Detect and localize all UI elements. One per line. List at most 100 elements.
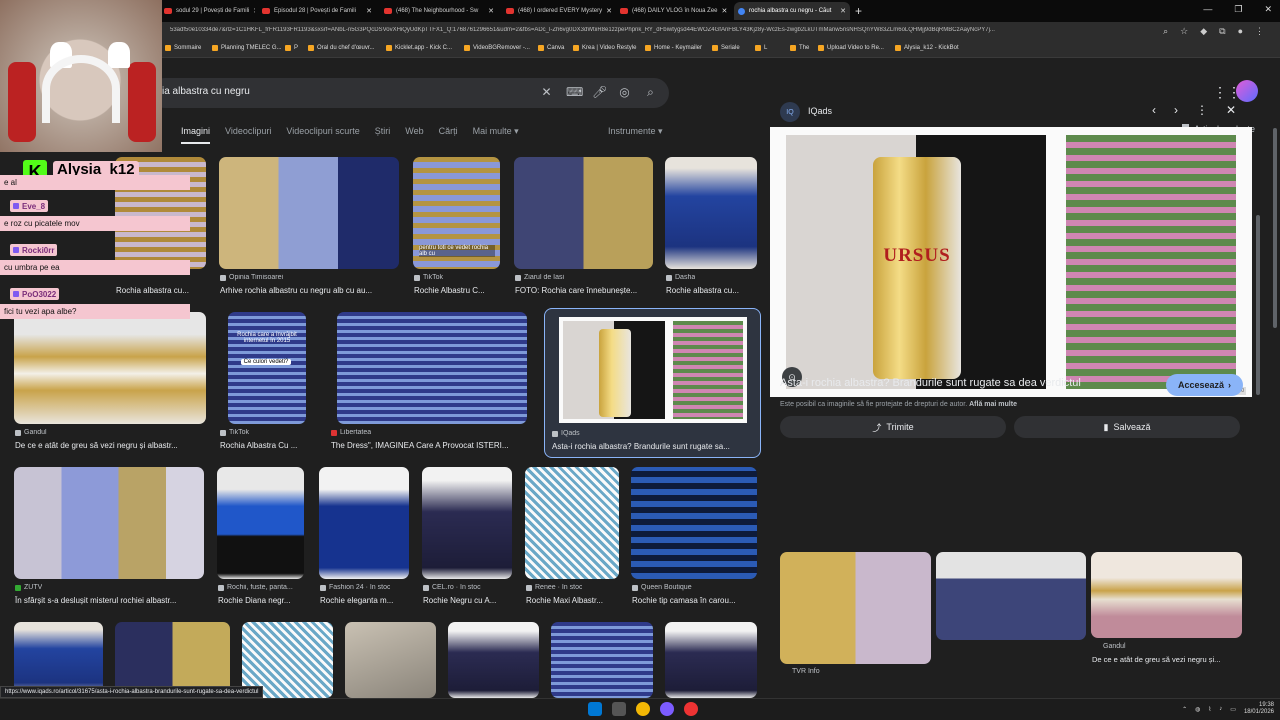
image-result[interactable]: Fashion 24 · În stoc Rochie eleganta m..… — [319, 467, 409, 609]
result-thumbnail[interactable] — [1091, 552, 1242, 638]
browser-tab-active[interactable]: rochia albastra cu negru - Căut ✕ — [734, 2, 850, 20]
bookmark[interactable]: Sommaire — [165, 45, 201, 51]
bookmark[interactable]: Kicklet.app - Kick C... — [386, 45, 452, 51]
bookmark-star-icon[interactable]: ☆ — [1180, 26, 1188, 37]
clock[interactable]: 19:38 18/01/2026 — [1244, 702, 1274, 716]
result-thumbnail[interactable] — [936, 552, 1086, 640]
browser-tab[interactable]: Episodul 28 | Povești de Famili ✕ — [258, 2, 376, 20]
bookmark[interactable]: Planning TMELEC G... — [212, 45, 282, 51]
result-thumbnail[interactable] — [14, 467, 204, 579]
result-thumbnail[interactable] — [217, 467, 304, 579]
image-result[interactable]: Opinia Timisoarei Arhive rochia albastru… — [219, 157, 399, 299]
obs-icon[interactable] — [684, 702, 698, 716]
profile-icon[interactable]: ● — [1238, 26, 1243, 37]
chevron-right-icon[interactable]: › — [1174, 103, 1178, 117]
tab-short-videos[interactable]: Videoclipuri scurte — [286, 126, 359, 144]
result-thumbnail[interactable] — [525, 467, 619, 579]
keyboard-icon[interactable]: ⌨ — [566, 85, 583, 100]
bookmark[interactable]: Alysia_k12 - KickBot — [895, 45, 959, 51]
result-thumbnail[interactable] — [551, 622, 653, 698]
result-thumbnail[interactable] — [665, 622, 757, 698]
url-field[interactable]: 53adf50e10334de7&rlz=1C1HKFL_frFR1193FR1… — [170, 27, 1090, 33]
new-tab-button[interactable]: + — [855, 4, 862, 18]
tab-books[interactable]: Cărți — [439, 126, 458, 144]
close-icon[interactable]: ✕ — [722, 7, 728, 15]
result-thumbnail[interactable] — [448, 622, 539, 698]
windows-start-icon[interactable] — [588, 702, 602, 716]
image-result[interactable]: Queen Boutique Rochie tip camasa în caro… — [631, 467, 757, 609]
learn-more-link[interactable]: Află mai multe — [969, 401, 1017, 408]
result-thumbnail[interactable] — [514, 157, 653, 269]
tools-button[interactable]: Instrumente ▾ — [608, 126, 663, 137]
zoom-icon[interactable]: ⌕ — [1163, 26, 1168, 37]
search-input[interactable]: ia albastra cu negru — [162, 86, 250, 97]
wifi-icon[interactable]: ⌇ — [1208, 706, 1211, 713]
tab-images[interactable]: Imagini — [181, 126, 211, 144]
image-result-selected[interactable]: IQads Asta-i rochia albastra? Brandurile… — [544, 308, 761, 458]
battery-icon[interactable]: ▭ — [1230, 706, 1236, 713]
bookmark[interactable]: Oral du chef d'œuvr... — [308, 45, 375, 51]
result-thumbnail[interactable] — [665, 157, 757, 269]
close-icon[interactable]: ✕ — [840, 7, 846, 15]
close-icon[interactable]: ✕ — [606, 7, 612, 15]
bookmark[interactable]: Seriale — [712, 45, 740, 51]
tab-news[interactable]: Știri — [375, 126, 391, 144]
result-thumbnail[interactable] — [319, 467, 409, 579]
result-thumbnail[interactable] — [337, 312, 527, 424]
search-box[interactable]: ia albastra cu negru ✕ ⌨ 🎤︎ ◎ ⌕ — [150, 78, 669, 108]
browser-tab[interactable]: sodul 29 | Povești de Famili✕ — [160, 2, 255, 20]
image-result[interactable]: ZUTV În sfârșit s-a deslușit misterul ro… — [14, 467, 204, 609]
result-thumbnail[interactable] — [219, 157, 399, 269]
share-button[interactable]: ⤴ Trimite — [780, 416, 1006, 438]
image-result[interactable]: Libertatea The Dress", IMAGINEA Care A P… — [330, 312, 530, 456]
close-icon[interactable]: ✕ — [366, 7, 372, 15]
maximize-icon[interactable]: ❐ — [1234, 4, 1242, 15]
result-thumbnail[interactable] — [631, 467, 757, 579]
image-result[interactable]: Ziarul de Iasi FOTO: Rochia care înnebun… — [514, 157, 653, 299]
result-thumbnail[interactable] — [345, 622, 436, 698]
bookmark[interactable]: VideoBGRemover -... — [464, 45, 530, 51]
chevron-up-icon[interactable]: ⌃ — [1182, 706, 1187, 713]
network-icon[interactable]: ◍ — [1195, 706, 1200, 713]
chevron-left-icon[interactable]: ‹ — [1152, 103, 1156, 117]
close-window-icon[interactable]: ✕ — [1264, 4, 1272, 15]
chrome-icon[interactable] — [636, 702, 650, 716]
bookmark[interactable]: The — [790, 45, 809, 51]
search-icon[interactable]: ⌕ — [644, 85, 657, 100]
tab-web[interactable]: Web — [405, 126, 423, 144]
browser-tab[interactable]: (468) DAILY VLOG în Noua Zee ✕ — [616, 2, 730, 20]
microphone-icon[interactable]: 🎤︎ — [592, 85, 607, 100]
volume-icon[interactable]: ♪ — [1219, 706, 1222, 712]
task-view-icon[interactable] — [612, 702, 626, 716]
preview-site-name[interactable]: IQads — [808, 106, 832, 116]
result-thumbnail[interactable] — [14, 312, 206, 424]
extension-icon[interactable]: ◆ — [1200, 26, 1207, 37]
related-image[interactable] — [936, 552, 1086, 640]
close-icon[interactable]: ✕ — [253, 7, 255, 15]
preview-image[interactable]: URSUS ⊙ 800 × 450 — [770, 127, 1252, 397]
result-thumbnail[interactable] — [228, 312, 306, 424]
lens-icon[interactable]: ◎ — [618, 85, 631, 100]
image-result[interactable]: Rochia care a învrăjbit internetul în 20… — [219, 312, 315, 456]
close-icon[interactable]: ✕ — [1226, 103, 1236, 117]
minimize-icon[interactable]: — — [1203, 4, 1212, 15]
result-thumbnail[interactable] — [422, 467, 512, 579]
page-scrollbar[interactable] — [1273, 128, 1277, 328]
bookmark[interactable]: P — [285, 45, 298, 51]
extensions-puzzle-icon[interactable]: ⧉ — [1219, 26, 1225, 37]
bookmark[interactable]: Home - Keymailer — [645, 45, 702, 51]
image-result[interactable] — [551, 622, 653, 698]
more-options-icon[interactable]: ⋮ — [1196, 103, 1208, 117]
image-result[interactable] — [345, 622, 436, 698]
bookmark[interactable]: Krea | Video Restyle — [573, 45, 636, 51]
related-image[interactable]: Gandul De ce e atât de greu să vezi negr… — [1091, 552, 1242, 664]
bookmark[interactable]: Canva — [538, 45, 564, 51]
browser-tab[interactable]: (468) I ordered EVERY Mystery ✕ — [502, 2, 612, 20]
tab-more[interactable]: Mai multe ▾ — [473, 126, 519, 144]
image-result[interactable]: Dasha Rochie albastra cu... — [665, 157, 757, 299]
panel-scrollbar[interactable] — [1256, 215, 1260, 395]
bookmark[interactable]: Upload Video to Re... — [818, 45, 884, 51]
menu-icon[interactable]: ⋮ — [1255, 26, 1264, 37]
tab-videos[interactable]: Videoclipuri — [225, 126, 271, 144]
related-image[interactable]: TVR Info — [780, 552, 931, 675]
